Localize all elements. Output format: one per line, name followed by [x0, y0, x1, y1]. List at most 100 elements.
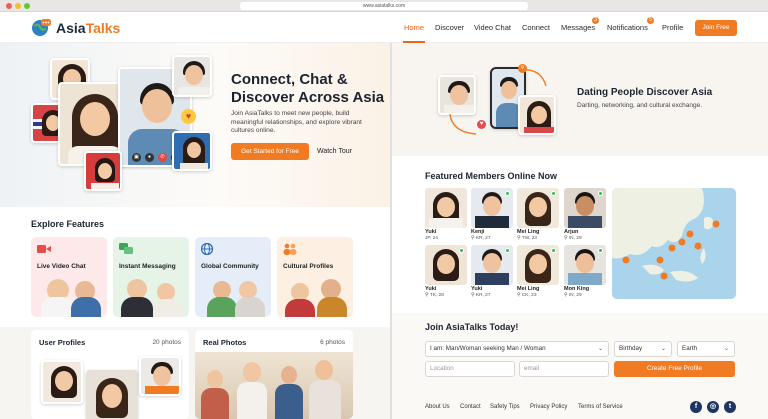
member-name: Mon King	[564, 286, 590, 292]
member-name: Mei Ling	[517, 286, 540, 292]
user-profiles-title: User Profiles	[39, 338, 86, 347]
notifications-badge: 5	[647, 17, 654, 24]
user-profiles-card[interactable]: User Profiles 20 photos	[31, 330, 189, 419]
people-icon	[283, 243, 297, 255]
birthday-select[interactable]: Birthday ⌄	[614, 341, 672, 357]
hero-title: Connect, Chat & Discover Across Asia	[231, 71, 385, 106]
create-profile-button[interactable]: Create Free Profile	[614, 361, 735, 377]
feature-card-global-community[interactable]: Global Community	[195, 237, 271, 317]
member-name: Kenji	[471, 229, 485, 235]
member-photo	[517, 245, 559, 285]
real-photos-card[interactable]: Real Photos 6 photos	[195, 330, 353, 419]
feature-label: Global Community	[201, 263, 259, 270]
online-status-icon	[598, 191, 603, 196]
online-status-icon	[551, 191, 556, 196]
hero-subtitle: Join AsiaTalks to meet new people, build…	[231, 110, 362, 134]
messages-badge: 3	[592, 17, 599, 24]
mic-toggle-icon[interactable]: ●	[145, 153, 154, 162]
feature-label: Instant Messaging	[119, 263, 176, 270]
globe-chat-logo-icon	[32, 19, 51, 36]
member-location: ⚲ CK, 23	[517, 293, 537, 298]
instagram-icon[interactable]: ◎	[707, 401, 719, 413]
member-photo	[564, 188, 606, 228]
gender-select[interactable]: I am: Man/Woman seeking Man / Woman ⌄	[425, 341, 609, 357]
member-location: JP, 24	[425, 236, 438, 241]
footer-terms-link[interactable]: Terms of Service	[578, 404, 623, 410]
join-free-button[interactable]: Join Free	[695, 20, 737, 36]
connection-arrows-icon	[449, 69, 547, 135]
profile-photo	[84, 151, 122, 191]
footer-about-link[interactable]: About Us	[425, 404, 450, 410]
feature-label: Live Video Chat	[37, 263, 86, 270]
address-bar[interactable]: www.asiatalks.com	[240, 2, 528, 10]
email-field[interactable]: email	[519, 361, 609, 377]
feature-card-instant-messaging[interactable]: Instant Messaging	[113, 237, 189, 317]
footer-contact-link[interactable]: Contact	[460, 404, 481, 410]
member-location: ⚲ TK, 28	[425, 293, 444, 298]
heart-eyes-emoji-icon: ♥	[181, 109, 196, 124]
member-name: Mei Ling	[517, 229, 540, 235]
chevron-down-icon: ⌄	[723, 346, 729, 352]
member-name: Yuki	[425, 229, 437, 235]
featured-members-title: Featured Members Online Now	[425, 171, 558, 181]
video-camera-icon	[37, 245, 51, 253]
profile-thumbnail	[86, 370, 138, 419]
online-status-icon	[459, 248, 464, 253]
feature-card-cultural-profiles[interactable]: Cultural Profiles	[277, 237, 353, 317]
real-photos-title: Real Photos	[203, 338, 247, 347]
close-window-icon[interactable]	[6, 3, 12, 9]
nav-profile[interactable]: Profile	[662, 23, 683, 32]
minimize-window-icon[interactable]	[15, 3, 21, 9]
member-location: ⚲ TW, 23	[517, 236, 537, 241]
dating-title: Dating People Discover Asia	[577, 87, 713, 98]
nav-discover[interactable]: Discover	[435, 23, 464, 32]
member-location: ⚲ KR, 27	[471, 293, 491, 298]
end-call-icon[interactable]: ✆	[158, 153, 167, 162]
feature-card-video-chat[interactable]: Live Video Chat	[31, 237, 107, 317]
panel-divider	[390, 43, 392, 419]
footer-privacy-link[interactable]: Privacy Policy	[530, 404, 567, 410]
profile-photo	[172, 55, 212, 97]
camera-toggle-icon[interactable]: ▣	[132, 153, 141, 162]
chevron-down-icon: ⌄	[597, 346, 603, 352]
profile-photo	[172, 131, 212, 171]
get-started-button[interactable]: Get Started for Free	[231, 143, 309, 160]
user-profiles-count: 20 photos	[152, 339, 181, 346]
nav-video-chat[interactable]: Video Chat	[474, 23, 511, 32]
online-status-icon	[505, 191, 510, 196]
globe-icon	[201, 243, 214, 255]
member-name: Arjun	[564, 229, 579, 235]
footer-safety-link[interactable]: Safety Tips	[490, 404, 520, 410]
nav-notifications[interactable]: Notifications	[607, 23, 648, 32]
brand-name[interactable]: AsiaTalks	[56, 20, 120, 36]
facebook-icon[interactable]: f	[690, 401, 702, 413]
twitter-icon[interactable]: t	[724, 401, 736, 413]
join-title: Join AsiaTalks Today!	[425, 322, 519, 332]
member-location: ⚲ KR, 27	[471, 236, 491, 241]
member-location: ⚲ IN, 29	[564, 293, 582, 298]
member-photo	[517, 188, 559, 228]
chevron-down-icon: ⌄	[660, 346, 666, 352]
nav-connect[interactable]: Connect	[522, 23, 550, 32]
member-photo	[564, 245, 606, 285]
online-status-icon	[598, 248, 603, 253]
online-status-icon	[505, 248, 510, 253]
nav-messages[interactable]: Messages	[561, 23, 595, 32]
maximize-window-icon[interactable]	[24, 3, 30, 9]
profile-thumbnail	[139, 356, 181, 396]
dating-subtitle: Darting, networking, and cultural exchan…	[577, 102, 703, 109]
group-photo	[195, 352, 353, 419]
chat-bubbles-icon	[119, 243, 133, 254]
watch-tour-link[interactable]: Watch Tour	[317, 148, 352, 155]
member-photo	[425, 245, 467, 285]
location-field[interactable]: Location	[425, 361, 515, 377]
real-photos-count: 6 photos	[320, 339, 345, 346]
asia-member-map[interactable]	[612, 188, 736, 299]
member-photo	[425, 188, 467, 228]
online-status-icon	[551, 248, 556, 253]
nav-home[interactable]: Home	[404, 23, 424, 32]
region-select[interactable]: Earth ⌄	[677, 341, 735, 357]
profile-thumbnail	[41, 360, 83, 404]
browser-chrome: www.asiatalks.com	[0, 0, 768, 12]
top-nav: AsiaTalks Home Discover Video Chat Conne…	[0, 12, 768, 43]
